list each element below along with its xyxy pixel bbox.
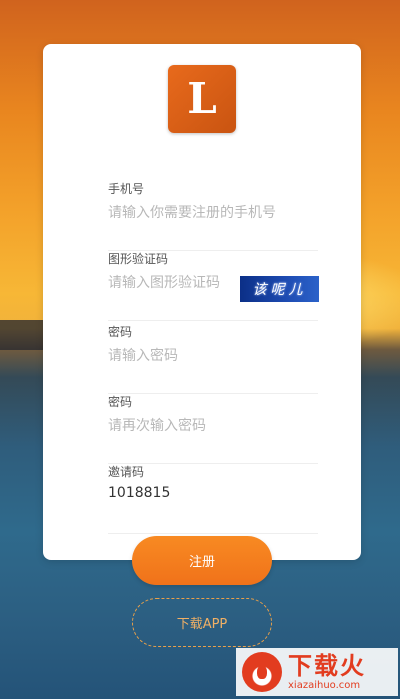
captcha-field[interactable]: 图形验证码 请输入图形验证码 该呢儿 [108,250,319,321]
download-app-button[interactable]: 下载APP [132,598,272,647]
register-button[interactable]: 注册 [132,536,272,585]
password-input[interactable]: 请输入密码 [108,345,178,365]
phone-input[interactable]: 请输入你需要注册的手机号 [108,202,276,222]
password-field[interactable]: 密码 请输入密码 [108,323,318,394]
register-card: L 手机号 请输入你需要注册的手机号 图形验证码 请输入图形验证码 该呢儿 密码… [43,44,361,560]
logo-letter: L [187,74,217,123]
app-logo: L [168,65,236,133]
captcha-label: 图形验证码 [108,252,169,266]
password-confirm-input[interactable]: 请再次输入密码 [108,415,206,435]
captcha-image-text: 该呢儿 [252,282,307,298]
password-label: 密码 [108,325,133,339]
watermark-title: 下载火 [288,652,366,680]
flame-logo-icon [242,652,282,692]
captcha-image[interactable]: 该呢儿 [240,276,319,302]
captcha-input[interactable]: 请输入图形验证码 [108,272,220,292]
phone-label: 手机号 [108,182,145,196]
invite-code-input[interactable]: 1018815 [108,485,170,501]
password-confirm-field[interactable]: 密码 请再次输入密码 [108,393,318,464]
invite-code-label: 邀请码 [108,465,145,479]
phone-field[interactable]: 手机号 请输入你需要注册的手机号 [108,180,318,251]
invite-code-field[interactable]: 邀请码 1018815 [108,463,318,534]
watermark-url: xiazaihuo.com [288,680,361,691]
site-watermark: 下载火 xiazaihuo.com [236,648,398,696]
password-confirm-label: 密码 [108,395,133,409]
